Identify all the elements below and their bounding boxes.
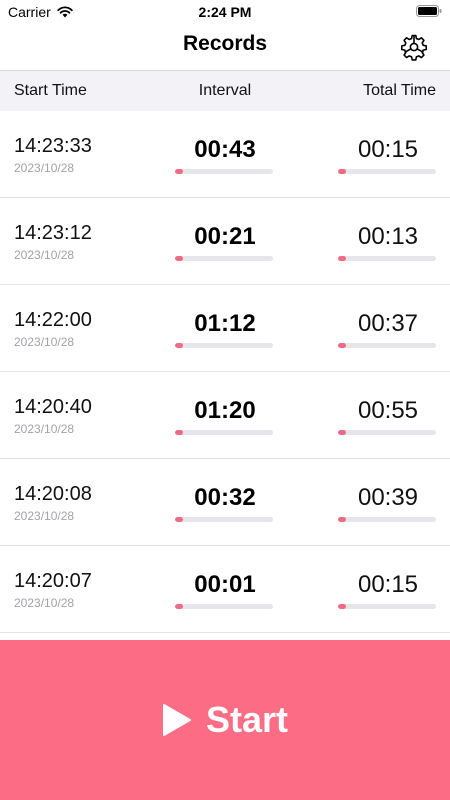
total-progress-fill [338,517,346,522]
total-progress-bar [338,256,436,261]
table-row[interactable]: 14:20:07 2023/10/28 00:01 00:15 [0,546,450,633]
interval-progress-fill [175,343,183,348]
row-interval: 00:01 [194,571,256,598]
row-interval: 01:20 [194,397,256,424]
row-interval: 01:12 [194,310,256,337]
table-header: Start Time Interval Total Time [0,70,450,111]
row-date: 2023/10/28 [14,596,75,610]
interval-progress-bar [175,517,273,522]
row-interval: 00:43 [194,136,256,163]
row-interval: 00:21 [194,223,256,250]
row-total-time: 00:15 [357,571,419,598]
interval-progress-bar [175,604,273,609]
status-time: 2:24 PM [198,4,252,20]
row-start-time: 14:20:08 [14,483,92,505]
page-title: Records [182,32,268,55]
total-progress-bar [338,604,436,609]
interval-progress-fill [175,430,183,435]
row-date: 2023/10/28 [14,422,75,436]
table-row[interactable]: 14:22:00 2023/10/28 01:12 00:37 [0,285,450,372]
interval-progress-bar [175,256,273,261]
row-total-time: 00:13 [357,223,419,250]
interval-progress-bar [175,343,273,348]
status-bar: Carrier 2:24 PM [0,0,450,24]
row-start-time: 14:22:00 [14,309,92,331]
row-start-time: 14:23:33 [14,135,92,157]
row-date: 2023/10/28 [14,335,75,349]
row-interval: 00:32 [194,484,256,511]
interval-progress-fill [175,169,183,174]
play-icon [162,704,191,736]
table-row[interactable]: 14:20:40 2023/10/28 01:20 00:55 [0,372,450,459]
total-progress-fill [338,343,346,348]
table-row[interactable]: 14:23:33 2023/10/28 00:43 00:15 [0,111,450,198]
total-progress-fill [338,169,346,174]
column-header-total-time: Total Time [363,82,436,99]
row-start-time: 14:20:40 [14,396,92,418]
row-date: 2023/10/28 [14,161,75,175]
battery-icon [416,5,442,17]
navigation-bar: Records [0,24,450,70]
interval-progress-bar [175,169,273,174]
interval-progress-fill [175,256,183,261]
interval-progress-fill [175,604,183,609]
total-progress-fill [338,256,346,261]
row-start-time: 14:23:12 [14,222,92,244]
row-total-time: 00:39 [357,484,419,511]
row-total-time: 00:37 [357,310,419,337]
total-progress-bar [338,169,436,174]
row-total-time: 00:15 [357,136,419,163]
total-progress-bar [338,430,436,435]
row-date: 2023/10/28 [14,509,75,523]
row-date: 2023/10/28 [14,248,75,262]
total-progress-fill [338,604,346,609]
start-button-label: Start [205,699,289,740]
interval-progress-fill [175,517,183,522]
row-start-time: 14:20:07 [14,570,92,592]
start-button[interactable]: Start [0,640,450,800]
row-total-time: 00:55 [357,397,419,424]
total-progress-bar [338,343,436,348]
interval-progress-bar [175,430,273,435]
table-row[interactable]: 14:23:12 2023/10/28 00:21 00:13 [0,198,450,285]
table-row[interactable]: 14:20:08 2023/10/28 00:32 00:39 [0,459,450,546]
records-list[interactable]: 14:23:33 2023/10/28 00:43 00:15 14:23:12… [0,111,450,633]
total-progress-bar [338,517,436,522]
total-progress-fill [338,430,346,435]
gear-icon[interactable] [400,33,428,61]
